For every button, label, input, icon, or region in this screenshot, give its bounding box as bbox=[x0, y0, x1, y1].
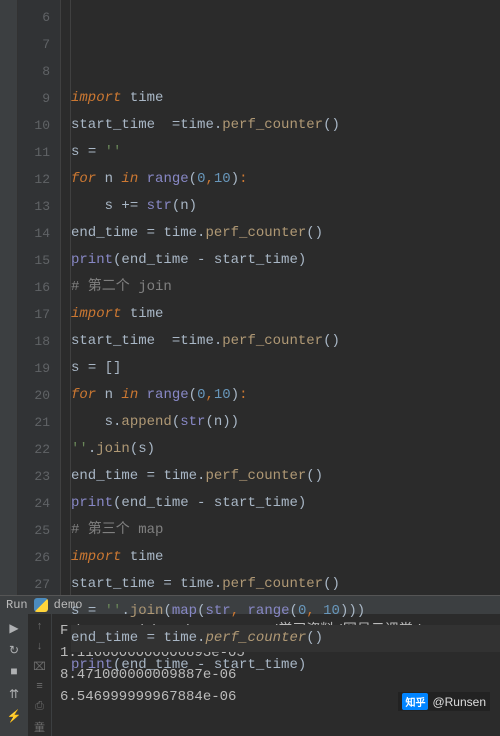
code-line[interactable]: end_time = time.perf_counter() bbox=[71, 625, 500, 652]
code-content[interactable]: import timestart_time =time.perf_counter… bbox=[60, 0, 500, 595]
code-line[interactable]: for n in range(0,10): bbox=[71, 382, 500, 409]
code-line[interactable]: for n in range(0,10): bbox=[71, 166, 500, 193]
rerun-button[interactable]: ↻ bbox=[4, 640, 24, 660]
line-number: 26 bbox=[22, 544, 50, 571]
line-number: 12 bbox=[22, 166, 50, 193]
line-number: 16 bbox=[22, 274, 50, 301]
line-number: 19 bbox=[22, 355, 50, 382]
code-line[interactable]: print(end_time - start_time) bbox=[71, 490, 500, 517]
line-number: 23 bbox=[22, 463, 50, 490]
code-line[interactable]: import time bbox=[71, 301, 500, 328]
console-tool-button[interactable]: ↑ bbox=[31, 618, 49, 636]
code-line[interactable]: end_time = time.perf_counter() bbox=[71, 463, 500, 490]
code-line[interactable]: start_time = time.perf_counter() bbox=[71, 571, 500, 598]
tool-button[interactable]: ⚡ bbox=[4, 706, 24, 726]
zhihu-logo: 知乎 bbox=[402, 693, 428, 710]
line-number: 15 bbox=[22, 247, 50, 274]
code-line[interactable]: start_time =time.perf_counter() bbox=[71, 112, 500, 139]
python-icon bbox=[34, 598, 48, 612]
line-number: 8 bbox=[22, 58, 50, 85]
line-number: 9 bbox=[22, 85, 50, 112]
run-button[interactable]: ▶ bbox=[4, 618, 24, 638]
run-tool-column-inner: ↑ ↓ ⌧ ≡ ⎙ 童 bbox=[28, 614, 52, 736]
line-number: 20 bbox=[22, 382, 50, 409]
line-number: 27 bbox=[22, 571, 50, 598]
watermark-author: @Runsen bbox=[432, 695, 486, 709]
code-line[interactable]: # 第二个 join bbox=[71, 274, 500, 301]
code-editor[interactable]: 6789101112131415161718192021222324252627… bbox=[0, 0, 500, 595]
line-number: 11 bbox=[22, 139, 50, 166]
console-tool-button[interactable]: ↓ bbox=[31, 638, 49, 656]
code-line[interactable]: end_time = time.perf_counter() bbox=[71, 220, 500, 247]
code-line[interactable]: print(end_time - start_time) bbox=[71, 652, 500, 679]
line-number: 17 bbox=[22, 301, 50, 328]
console-tool-button[interactable]: ⌧ bbox=[31, 658, 49, 676]
line-number: 14 bbox=[22, 220, 50, 247]
code-line[interactable]: print(end_time - start_time) bbox=[71, 247, 500, 274]
run-tool-column-left: ▶↻■⇈⚡ bbox=[0, 614, 28, 736]
line-number: 25 bbox=[22, 517, 50, 544]
code-line[interactable]: start_time =time.perf_counter() bbox=[71, 328, 500, 355]
code-line[interactable]: import time bbox=[71, 544, 500, 571]
code-line[interactable]: s = '' bbox=[71, 139, 500, 166]
line-number: 10 bbox=[22, 112, 50, 139]
code-line[interactable]: s.append(str(n)) bbox=[71, 409, 500, 436]
line-number: 7 bbox=[22, 31, 50, 58]
line-number: 24 bbox=[22, 490, 50, 517]
code-line[interactable]: import time bbox=[71, 85, 500, 112]
line-number: 13 bbox=[22, 193, 50, 220]
code-line[interactable]: ''.join(s) bbox=[71, 436, 500, 463]
line-number: 22 bbox=[22, 436, 50, 463]
run-tab-label[interactable]: Run bbox=[6, 598, 28, 612]
console-tool-button[interactable]: ≡ bbox=[31, 678, 49, 696]
left-tool-strip bbox=[0, 0, 18, 595]
line-number-gutter: 6789101112131415161718192021222324252627 bbox=[18, 0, 60, 595]
line-number: 18 bbox=[22, 328, 50, 355]
indent-guide bbox=[70, 0, 71, 595]
console-tool-button[interactable]: 童 bbox=[31, 718, 49, 736]
line-number: 6 bbox=[22, 4, 50, 31]
watermark: 知乎 @Runsen bbox=[398, 692, 490, 711]
code-line[interactable]: s = ''.join(map(str, range(0, 10))) bbox=[71, 598, 500, 625]
stop-button[interactable]: ■ bbox=[4, 662, 24, 682]
code-line[interactable]: # 第三个 map bbox=[71, 517, 500, 544]
line-number: 21 bbox=[22, 409, 50, 436]
console-tool-button[interactable]: ⎙ bbox=[31, 698, 49, 716]
tool-button[interactable]: ⇈ bbox=[4, 684, 24, 704]
code-line[interactable]: s = [] bbox=[71, 355, 500, 382]
code-line[interactable]: s += str(n) bbox=[71, 193, 500, 220]
